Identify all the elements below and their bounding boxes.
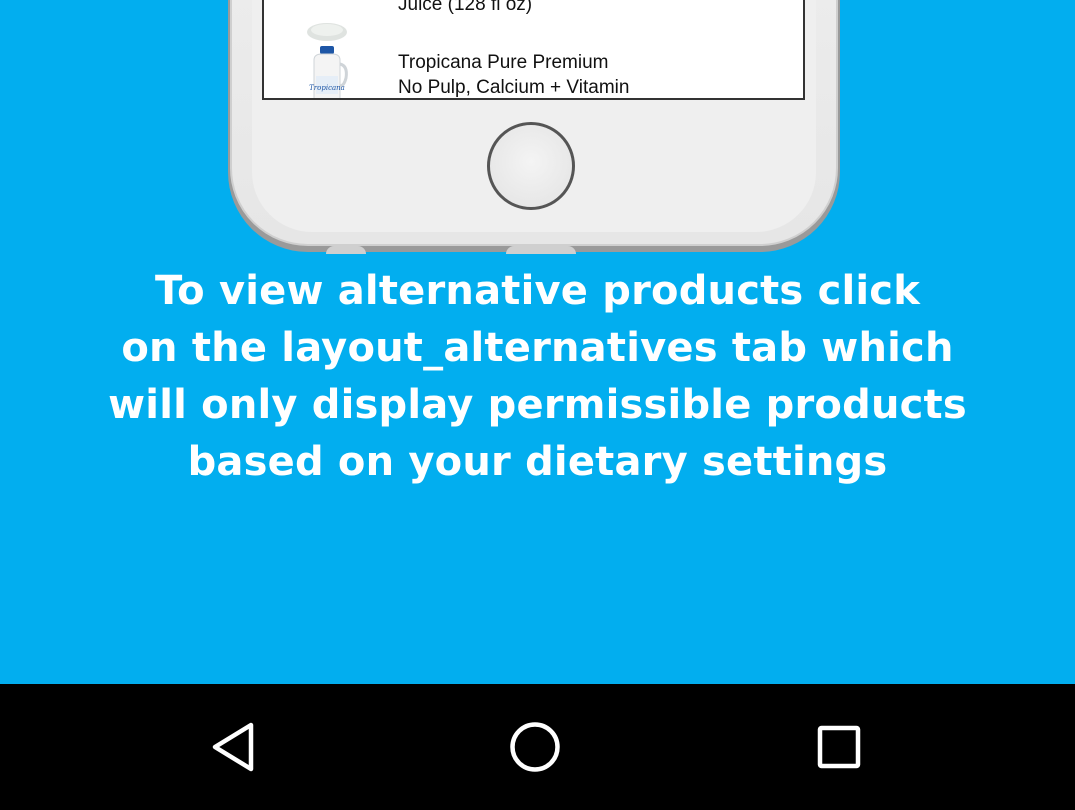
tutorial-page: Juice (128 fl oz) Tropicana Tropicana Pu…	[0, 0, 1075, 684]
product-name: Juice (128 fl oz)	[398, 0, 533, 15]
phone-mockup-image: Juice (128 fl oz) Tropicana Tropicana Pu…	[214, 0, 856, 254]
home-circle-icon	[510, 722, 560, 772]
back-button[interactable]	[202, 717, 262, 777]
juice-carton-icon	[307, 23, 347, 41]
instruction-line: on the layout_alternatives tab which	[121, 325, 954, 371]
phone-home-button	[487, 122, 575, 210]
instruction-line: will only display permissible products	[108, 382, 967, 428]
phone-screen: Juice (128 fl oz) Tropicana Tropicana Pu…	[262, 0, 805, 100]
system-navigation-bar	[0, 684, 1075, 810]
screen: Juice (128 fl oz) Tropicana Tropicana Pu…	[0, 0, 1075, 810]
tropicana-bottle-icon: Tropicana	[309, 46, 348, 98]
recents-square-icon	[817, 725, 861, 769]
instruction-text: To view alternative products click on th…	[0, 263, 1075, 491]
instruction-line: based on your dietary settings	[187, 439, 888, 485]
product-row: Tropicana Tropicana Pure Premium No Pulp…	[264, 44, 803, 98]
svg-text:Tropicana: Tropicana	[309, 84, 345, 92]
product-row: Juice (128 fl oz)	[264, 0, 803, 41]
home-button[interactable]	[505, 717, 565, 777]
back-triangle-icon	[212, 722, 254, 772]
recents-button[interactable]	[809, 717, 869, 777]
instruction-line: To view alternative products click	[154, 268, 921, 314]
product-name: Tropicana Pure Premium No Pulp, Calcium …	[398, 52, 630, 98]
